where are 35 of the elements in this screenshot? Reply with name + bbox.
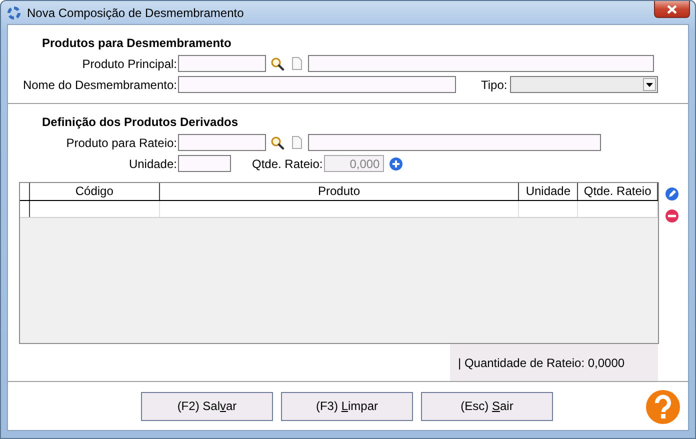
field-label: Unidade: xyxy=(128,156,178,170)
remove-icon[interactable] xyxy=(665,209,679,223)
add-icon[interactable] xyxy=(388,156,403,170)
search-icon[interactable] xyxy=(270,56,285,70)
document-icon[interactable] xyxy=(292,136,302,149)
field-label: Nome do Desmembramento: xyxy=(22,78,178,92)
column-header: Unidade xyxy=(519,183,578,200)
section-heading: Definição dos Produtos Derivados xyxy=(41,115,240,129)
search-icon[interactable] xyxy=(270,136,285,150)
quantity-summary: | Quantidade de Rateio: 0,0000 xyxy=(450,344,658,381)
field-label: Produto para Rateio: xyxy=(65,136,178,150)
action-button[interactable]: (F2) Salvar xyxy=(141,392,273,420)
field-label: Tipo: xyxy=(481,78,508,92)
close-button[interactable] xyxy=(654,1,690,18)
column-header: Qtde. Rateio xyxy=(578,183,658,200)
product-code-field[interactable] xyxy=(178,134,266,151)
product-name-field[interactable] xyxy=(308,55,654,72)
app-icon xyxy=(7,6,21,20)
column-header: Código xyxy=(30,183,160,200)
section-heading: Produtos para Desmembramento xyxy=(41,36,232,50)
unit-field[interactable] xyxy=(178,155,231,172)
action-button[interactable]: (F3) Limpar xyxy=(281,392,413,420)
document-icon[interactable] xyxy=(292,57,302,70)
name-field[interactable] xyxy=(178,76,456,93)
column-header: Produto xyxy=(160,183,520,200)
product-code-field[interactable] xyxy=(178,55,266,72)
product-name-field[interactable] xyxy=(308,134,601,151)
field-label: Produto Principal: xyxy=(81,56,178,70)
close-icon[interactable] xyxy=(667,4,677,14)
field-label: Qtde. Rateio: xyxy=(252,156,323,170)
edit-icon[interactable] xyxy=(665,187,679,201)
quantity-field: 0,000 xyxy=(324,155,384,172)
window-title: Nova Composição de Desmembramento xyxy=(27,6,245,20)
action-button[interactable]: (Esc) Sair xyxy=(421,392,553,420)
help-icon[interactable] xyxy=(645,389,681,425)
